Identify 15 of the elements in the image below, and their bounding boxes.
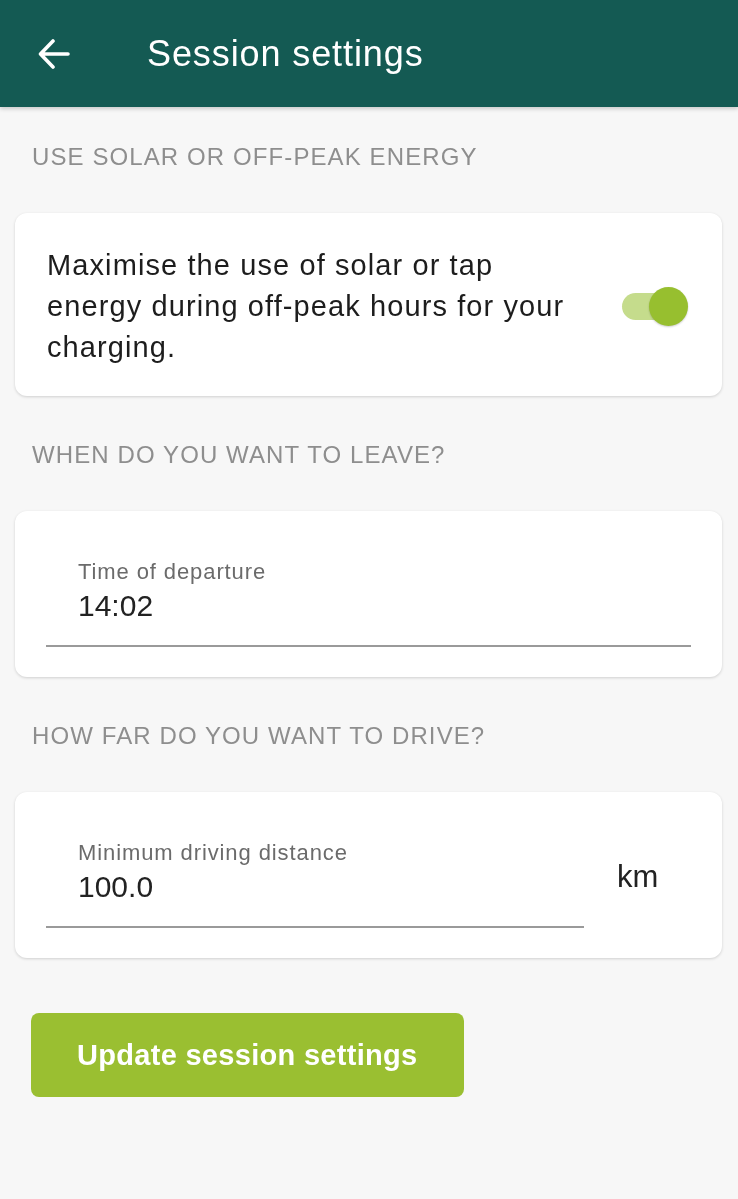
section-heading: USE SOLAR OR OFF-PEAK ENERGY bbox=[32, 142, 478, 172]
section-heading: HOW FAR DO YOU WANT TO DRIVE? bbox=[32, 721, 486, 751]
field-value: 14:02 bbox=[78, 589, 155, 623]
back-arrow-icon bbox=[38, 38, 70, 69]
unit-label: km bbox=[617, 860, 660, 894]
field-label: Minimum driving distance bbox=[78, 840, 349, 866]
back-button[interactable] bbox=[38, 38, 70, 69]
toggle-switch[interactable] bbox=[622, 287, 688, 326]
screen-title: Session settings bbox=[147, 32, 424, 75]
input-field[interactable]: Time of departure 14:02 bbox=[46, 559, 691, 647]
section-heading: WHEN DO YOU WANT TO LEAVE? bbox=[32, 440, 446, 470]
setting-description: Maximise the use of solar or tap energy during off-peak hours for your charging. bbox=[47, 248, 566, 365]
input-field[interactable]: Minimum driving distance 100.0 bbox=[46, 840, 584, 928]
field-label: Time of departure bbox=[78, 559, 268, 585]
field-value: 100.0 bbox=[78, 870, 155, 904]
